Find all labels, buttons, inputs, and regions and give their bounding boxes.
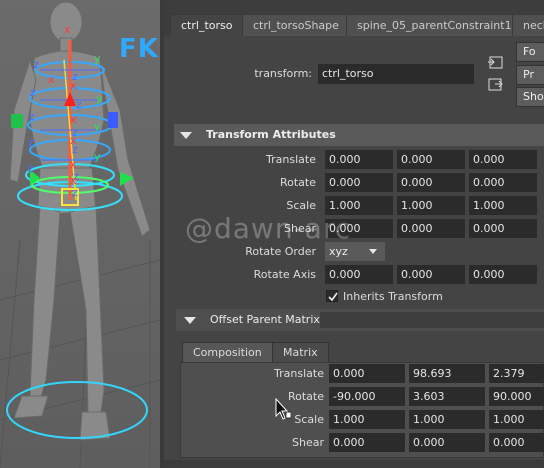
rotate-order-value: xyz [329,245,348,258]
opm-scale-z-field[interactable]: 1.000 [489,410,544,429]
offset-parent-matrix-header[interactable]: Offset Parent Matrix [176,309,544,331]
svg-text:z: z [28,162,34,175]
opm-shear-label: Shear [292,436,324,449]
transform-name-field[interactable]: ctrl_torso [318,64,474,84]
character-body [9,1,151,441]
opm-translate-y-field[interactable]: 98.693 [409,364,485,383]
tab-ctrl-torso-shape[interactable]: ctrl_torsoShape [242,14,350,36]
collapse-triangle-icon [184,317,196,324]
svg-text:x: x [70,79,77,92]
tab-ctrl-torso[interactable]: ctrl_torso [170,14,244,36]
translate-y-field[interactable]: 0.000 [397,150,465,169]
opm-translate-z-field[interactable]: 2.379 [489,364,544,383]
inherits-transform-checkbox[interactable] [326,290,338,302]
scale-y-field[interactable]: 1.000 [397,196,465,215]
transform-label: transform: [254,67,312,80]
svg-text:x: x [64,23,71,36]
svg-text:y: y [94,150,101,163]
opm-scale-y-field[interactable]: 1.000 [409,410,485,429]
svg-text:y: y [96,92,103,105]
transform-attributes-header[interactable]: Transform Attributes [174,124,544,146]
scale-z-field[interactable]: 1.000 [469,196,537,215]
offset-parent-matrix-connection-field[interactable] [320,312,544,328]
show-button[interactable]: Show [516,87,544,107]
subtab-composition[interactable]: Composition [182,342,273,362]
collapse-triangle-icon [180,132,192,139]
focus-button[interactable]: Fo [516,42,544,62]
svg-text:x: x [70,113,77,126]
offset-parent-matrix-title: Offset Parent Matrix [210,313,320,326]
tab-spine-parent-constraint[interactable]: spine_05_parentConstraint1 [346,14,523,36]
svg-text:z: z [28,136,34,149]
viewport-3d[interactable]: x y z z x z x z z x y z z z x y z x z z … [0,0,160,468]
rotate-axis-x-field[interactable]: 0.000 [325,265,393,284]
svg-text:z: z [30,86,36,99]
focus-icon[interactable] [486,54,506,72]
svg-text:x: x [70,174,77,187]
rotate-order-label: Rotate Order [245,245,316,258]
opm-shear-xy-field[interactable]: 0.000 [329,433,405,452]
opm-rotate-z-field[interactable]: 90.000 [489,387,544,406]
shear-xz-field[interactable]: 0.000 [397,219,465,238]
transform-attributes-title: Transform Attributes [206,128,336,141]
shear-yz-field[interactable]: 0.000 [469,219,537,238]
rotate-axis-y-field[interactable]: 0.000 [397,265,465,284]
opm-rotate-y-field[interactable]: 3.603 [409,387,485,406]
inherits-transform-label: Inherits Transform [343,290,443,303]
rotate-x-field[interactable]: 0.000 [325,173,393,192]
svg-text:z: z [29,110,35,123]
translate-label: Translate [266,153,316,166]
rotate-axis-label: Rotate Axis [253,268,316,281]
subtab-matrix[interactable]: Matrix [272,342,329,362]
rotate-y-field[interactable]: 0.000 [397,173,465,192]
character-rig-drawing: x y z z x z x z z x y z z z x y z x z z … [0,1,160,468]
svg-text:y: y [94,120,101,133]
tab-neck[interactable]: neck [512,14,544,36]
node-tabs: ctrl_torso ctrl_torsoShape spine_05_pare… [164,0,544,36]
opm-rotate-x-field[interactable]: -90.000 [329,387,405,406]
bottom-bar [164,460,544,468]
rotate-z-field[interactable]: 0.000 [469,173,537,192]
scale-label: Scale [286,199,316,212]
rotate-label: Rotate [279,176,316,189]
presets-button[interactable]: Pr [516,65,544,85]
opm-translate-x-field[interactable]: 0.000 [329,364,405,383]
opm-scale-x-field[interactable]: 1.000 [329,410,405,429]
svg-text:x: x [48,73,55,86]
svg-text:x: x [70,134,77,147]
chevron-down-icon [369,249,377,254]
presets-icon[interactable] [486,76,506,94]
opm-shear-yz-field[interactable]: 0.000 [489,433,544,452]
svg-text:y: y [94,52,101,65]
opm-shear-xz-field[interactable]: 0.000 [409,433,485,452]
svg-text:z: z [72,186,78,199]
mouse-cursor-icon [275,398,291,420]
watermark-text: @dawn-arc [185,212,352,245]
translate-x-field[interactable]: 0.000 [325,150,393,169]
svg-text:z: z [76,98,82,111]
translate-z-field[interactable]: 0.000 [469,150,537,169]
checkmark-icon [328,292,338,302]
opm-translate-label: Translate [274,367,324,380]
svg-text:z: z [33,58,39,71]
rotate-axis-z-field[interactable]: 0.000 [469,265,537,284]
fk-label: FK [119,34,159,64]
